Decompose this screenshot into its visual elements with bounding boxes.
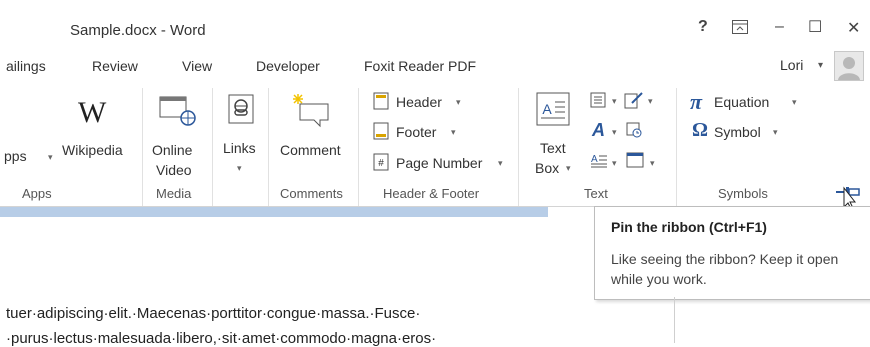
- wordart-icon[interactable]: A: [592, 120, 605, 141]
- date-time-icon[interactable]: [626, 122, 642, 143]
- page-edge: [674, 297, 675, 343]
- footer-icon[interactable]: [373, 122, 389, 145]
- symbol-button[interactable]: Symbol: [714, 122, 761, 142]
- user-menu-caret[interactable]: ▾: [818, 60, 823, 71]
- equation-icon[interactable]: π: [690, 89, 702, 115]
- group-separator: [212, 88, 213, 206]
- object-icon[interactable]: [626, 152, 644, 173]
- signature-line-caret[interactable]: ▾: [648, 96, 653, 107]
- links-caret[interactable]: ▾: [237, 163, 242, 174]
- group-label-text: Text: [584, 186, 608, 201]
- equation-button[interactable]: Equation: [714, 92, 769, 112]
- group-label-symbols: Symbols: [718, 186, 768, 201]
- svg-text:#: #: [378, 158, 384, 169]
- signature-line-icon[interactable]: [624, 91, 644, 114]
- header-icon[interactable]: [373, 92, 389, 115]
- online-video-button[interactable]: Online: [152, 140, 192, 160]
- tooltip-description: Like seeing the ribbon? Keep it open whi…: [611, 251, 839, 287]
- avatar[interactable]: [834, 51, 864, 81]
- online-video-label-line2: Video: [156, 162, 192, 178]
- ribbon-display-options-icon[interactable]: [732, 20, 748, 34]
- user-name[interactable]: Lori: [780, 57, 803, 73]
- links-icon[interactable]: [228, 94, 254, 129]
- text-box-icon[interactable]: A: [536, 92, 570, 131]
- pin-ribbon-button[interactable]: [830, 182, 870, 210]
- comment-button[interactable]: Comment: [280, 140, 341, 160]
- page-number-caret[interactable]: ▾: [498, 158, 503, 169]
- my-apps-label[interactable]: pps: [4, 146, 27, 166]
- svg-text:A: A: [591, 154, 598, 165]
- svg-text:A: A: [542, 101, 552, 117]
- tab-mailings[interactable]: ailings: [6, 58, 46, 74]
- close-button[interactable]: ✕: [847, 18, 860, 38]
- group-separator: [358, 88, 359, 206]
- window-title: Sample.docx - Word: [70, 22, 206, 39]
- my-apps-caret[interactable]: ▾: [48, 152, 53, 163]
- wikipedia-icon[interactable]: W: [78, 96, 106, 130]
- document-text-line[interactable]: tuer·adipiscing·elit.·Maecenas·porttitor…: [6, 305, 420, 322]
- page-number-button[interactable]: Page Number: [396, 153, 482, 173]
- group-separator: [142, 88, 143, 206]
- user-avatar-icon: [838, 57, 860, 80]
- group-separator: [676, 88, 677, 206]
- maximize-button[interactable]: ☐: [808, 17, 822, 37]
- ruler-strip: [0, 207, 548, 217]
- text-box-label-line2: Box: [535, 160, 560, 176]
- drop-cap-icon[interactable]: A: [590, 152, 608, 173]
- group-label-apps: Apps: [22, 186, 52, 201]
- group-label-media: Media: [156, 186, 192, 201]
- tab-view[interactable]: View: [182, 58, 212, 74]
- text-box-caret[interactable]: ▾: [566, 163, 571, 174]
- header-button[interactable]: Header: [396, 92, 442, 112]
- wikipedia-button[interactable]: Wikipedia: [62, 140, 123, 160]
- pin-ribbon-tooltip: Pin the ribbon (Ctrl+F1) Like seeing the…: [594, 206, 870, 300]
- quick-parts-icon[interactable]: [590, 92, 606, 113]
- document-text-line[interactable]: ·purus·lectus·malesuada·libero,·sit·amet…: [6, 330, 436, 347]
- quick-parts-caret[interactable]: ▾: [612, 96, 617, 107]
- tab-foxit-reader-pdf[interactable]: Foxit Reader PDF: [364, 58, 476, 74]
- footer-caret[interactable]: ▾: [451, 127, 456, 138]
- drop-cap-caret[interactable]: ▾: [612, 158, 617, 169]
- group-separator: [518, 88, 519, 206]
- new-comment-icon[interactable]: [290, 92, 330, 133]
- footer-button[interactable]: Footer: [396, 122, 436, 142]
- tab-developer[interactable]: Developer: [256, 58, 320, 74]
- online-video-icon[interactable]: [158, 94, 196, 131]
- help-button[interactable]: ?: [698, 18, 708, 36]
- page-number-icon[interactable]: #: [373, 153, 389, 176]
- group-label-header-footer: Header & Footer: [383, 186, 480, 201]
- links-button[interactable]: Links: [223, 138, 256, 158]
- group-label-comments: Comments: [280, 186, 343, 201]
- symbol-icon[interactable]: Ω: [692, 119, 708, 142]
- object-caret[interactable]: ▾: [650, 158, 655, 169]
- minimize-button[interactable]: –: [775, 18, 784, 36]
- header-caret[interactable]: ▾: [456, 97, 461, 108]
- symbol-caret[interactable]: ▾: [773, 127, 778, 138]
- group-separator: [268, 88, 269, 206]
- text-box-button[interactable]: Text: [540, 138, 566, 158]
- equation-caret[interactable]: ▾: [792, 97, 797, 108]
- tab-review[interactable]: Review: [92, 58, 138, 74]
- wordart-caret[interactable]: ▾: [612, 127, 617, 138]
- pin-icon: [836, 186, 860, 210]
- tooltip-title: Pin the ribbon (Ctrl+F1): [611, 219, 767, 235]
